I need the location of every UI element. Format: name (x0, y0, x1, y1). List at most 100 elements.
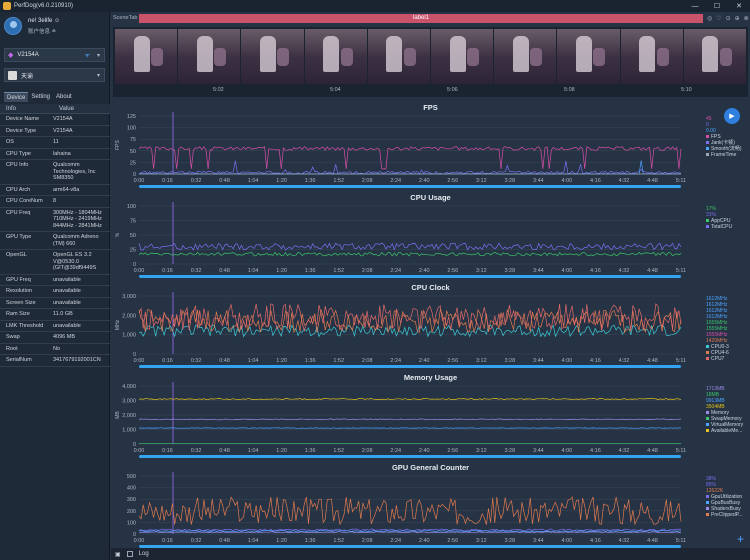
add-icon[interactable]: ⊕ (735, 15, 740, 22)
row-key: LMK Threshold (6, 322, 44, 329)
device-select[interactable]: ◆ V2154A ᯤ ▾ (4, 48, 105, 62)
x-tick-label: 2:40 (419, 268, 430, 274)
heart-icon[interactable]: ♡ (716, 15, 721, 22)
minimize-button[interactable]: — (684, 0, 706, 12)
y-tick-label: 75 (130, 219, 136, 225)
maximize-button[interactable]: ☐ (706, 0, 728, 12)
app-window: PerfDog(v6.0.210910) — ☐ ✕ ne! 3elife ☺ … (0, 0, 750, 560)
row-key: CPU Type (6, 150, 31, 157)
tab-about[interactable]: About (53, 92, 75, 102)
chart-svg[interactable]: 01,0002,0003,0004,000MB0:00 0:16 0:32 0:48 1… (111, 372, 701, 462)
x-tick-label: 3:28 (504, 538, 515, 544)
x-tick-label: 3:12 (476, 448, 487, 454)
x-tick-label: 3:12 (476, 178, 487, 184)
frame-thumbnail[interactable] (304, 29, 367, 84)
row-value: V2154A (53, 127, 73, 134)
row-value: unavailable (53, 288, 81, 294)
row-value: 3417679192001CN (53, 357, 101, 363)
legend-series-name[interactable]: TotalCPU (706, 224, 732, 230)
close-button[interactable]: ✕ (728, 0, 750, 12)
frame-thumbnail[interactable] (241, 29, 304, 84)
x-tick-label: 0:00 (134, 448, 145, 454)
frame-thumbnail[interactable] (620, 29, 683, 84)
target-icon[interactable]: ⊙ (726, 15, 731, 22)
x-tick-label: 0:48 (219, 448, 230, 454)
chart-svg[interactable]: 01,0002,0003,000MHz0:00 0:16 0:32 0:48 1:04 1… (111, 282, 701, 372)
row-key: CPU Arch (6, 186, 31, 193)
time-range-scrollbar (139, 455, 681, 458)
frame-thumbnail[interactable] (367, 29, 431, 84)
y-tick-label: 100 (127, 126, 136, 132)
y-axis-label: FPS (115, 139, 121, 149)
row-key: Swap (6, 334, 20, 340)
series-line-1 (138, 242, 682, 251)
table-row: OpenGL OpenGL ES 3.2 V@0530.0 (GIT@39df94… (0, 250, 110, 275)
x-tick-label: 5:11 (676, 448, 686, 454)
time-range-scrollbar (139, 275, 681, 278)
x-tick-label: 1:20 (276, 178, 287, 184)
x-tick-label: 4:32 (619, 178, 630, 184)
x-tick-label: 1:20 (276, 268, 287, 274)
x-tick-label: 3:44 (533, 268, 544, 274)
table-row: Resolution unavailable (0, 286, 110, 298)
time-range-scrollbar (139, 365, 681, 368)
frame-thumbnail[interactable] (115, 29, 178, 84)
screen-icon[interactable]: ▣ (115, 551, 121, 558)
y-tick-label: 200 (127, 509, 136, 515)
x-tick-label: 1:36 (305, 358, 316, 364)
x-tick-label: 2:08 (362, 538, 373, 544)
charts-area: FPS 0 25 50 75 100 125 FPS 0:00 0:16 0:32 0:48 1:04 1… (111, 102, 750, 552)
tab-device[interactable]: Device (4, 92, 29, 102)
x-tick-label: 2:40 (419, 448, 430, 454)
scene-label-bar[interactable]: label1 (139, 13, 703, 23)
y-tick-label: 500 (127, 474, 136, 480)
legend-series-name[interactable]: FrameTime (706, 152, 742, 158)
chevron-down-icon: ▾ (96, 72, 100, 79)
frame-thumbnail[interactable] (494, 29, 557, 84)
row-key: CPU Info (6, 162, 29, 168)
legend-series-name[interactable]: AvailableMe... (706, 428, 743, 434)
y-axis-label: MHz (115, 319, 121, 330)
row-key: OpenGL (6, 252, 27, 258)
table-row: Ram Size 11.0 GB (0, 309, 110, 321)
x-tick-label: 1:04 (248, 448, 259, 454)
app-select[interactable]: 天谕 ▾ (4, 68, 105, 82)
x-tick-label: 3:44 (533, 538, 544, 544)
x-tick-label: 1:52 (333, 448, 344, 454)
account-info-link[interactable]: 账户信息 ≗ (28, 27, 60, 35)
chart-svg[interactable]: 0255075100%0:00 0:16 0:32 0:48 1:04 1:20 1:36 1… (111, 192, 701, 282)
window-title: PerfDog(v6.0.210910) (14, 3, 74, 9)
frame-thumbnail[interactable] (557, 29, 620, 84)
table-row: Device Name V2154A (0, 114, 110, 126)
table-row: CPU Info Qualcomm Technologies, Inc SM835… (0, 160, 110, 185)
location-icon[interactable]: ◎ (707, 15, 712, 22)
legend-series-name[interactable]: CPU7 (706, 356, 729, 362)
frame-time-tick: 5:04 (330, 87, 341, 93)
sidebar-tabs: Device Setting About (4, 92, 75, 102)
log-checkbox[interactable] (126, 551, 133, 557)
x-tick-label: 4:16 (590, 358, 601, 364)
remove-icon[interactable]: ⊗ (744, 15, 749, 22)
x-tick-label: 1:36 (305, 448, 316, 454)
play-button[interactable]: ▶ (724, 108, 740, 124)
x-tick-label: 1:04 (248, 268, 259, 274)
add-chart-button[interactable]: + (737, 532, 744, 546)
avatar[interactable] (4, 17, 22, 35)
x-tick-label: 1:36 (305, 268, 316, 274)
x-tick-label: 4:48 (647, 358, 658, 364)
x-tick-label: 2:24 (390, 448, 401, 454)
chart-svg[interactable]: 01002003004005000:00 0:16 0:32 0:48 1:04 1:20… (111, 462, 701, 552)
frame-thumbnail[interactable] (431, 29, 494, 84)
series-line-3 (138, 398, 682, 400)
row-value: lahaina (53, 150, 71, 157)
legend-series-name[interactable]: PreClippedP... (706, 512, 743, 518)
table-row: GPU Freq unavailable (0, 275, 110, 286)
row-value: Qualcomm Adreno (TM) 660 (53, 234, 99, 247)
tab-setting[interactable]: Setting (28, 92, 53, 102)
row-value: arm64-v8a (53, 186, 80, 193)
frame-thumbnail[interactable] (178, 29, 241, 84)
x-tick-label: 4:32 (619, 448, 630, 454)
chart-svg[interactable]: 0255075100125FPS0:00 0:16 0:32 0:48 1:04 1:20… (111, 102, 701, 192)
x-tick-label: 2:24 (390, 358, 401, 364)
frame-thumbnail[interactable] (683, 29, 747, 84)
